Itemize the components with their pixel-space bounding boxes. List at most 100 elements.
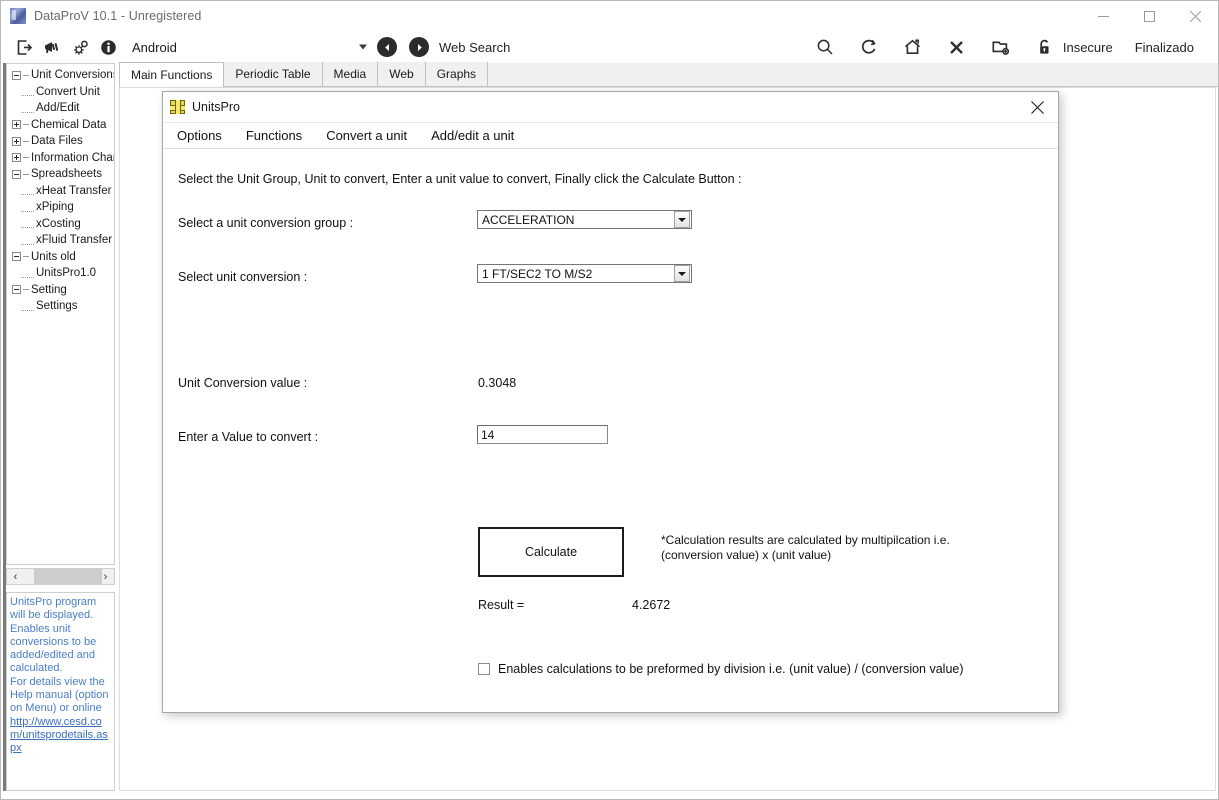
menu-item-add-edit-a-unit[interactable]: Add/edit a unit bbox=[431, 128, 514, 143]
tree-item-label: xHeat Transfer bbox=[36, 185, 111, 197]
unitspro-dialog: UnitsPro Options Functions Convert a uni… bbox=[162, 91, 1059, 713]
tree-item-label: Convert Unit bbox=[36, 86, 100, 98]
help-description-box: UnitsPro program will be displayed. Enab… bbox=[6, 592, 115, 791]
tree-item-information-charts[interactable]: Information Charts bbox=[7, 150, 114, 167]
navigation-tree: Unit Conversions Convert Unit Add/Edit C… bbox=[6, 63, 115, 565]
address-value: Android bbox=[132, 40, 177, 55]
collapse-icon[interactable] bbox=[12, 252, 21, 261]
tree-item-setting[interactable]: Setting bbox=[7, 282, 114, 299]
tree-item-xcosting[interactable]: xCosting bbox=[7, 216, 114, 233]
dialog-body: Select the Unit Group, Unit to convert, … bbox=[163, 149, 1058, 713]
menu-item-convert-a-unit[interactable]: Convert a unit bbox=[326, 128, 407, 143]
info-icon[interactable] bbox=[94, 33, 122, 61]
tree-horizontal-scrollbar[interactable]: ‹ › bbox=[6, 568, 115, 585]
unit-group-dropdown[interactable]: ACCELERATION bbox=[477, 210, 692, 229]
value-input[interactable]: 14 bbox=[477, 425, 608, 444]
menu-item-options[interactable]: Options bbox=[177, 128, 222, 143]
tree-connector bbox=[21, 302, 34, 311]
tree-item-label: Settings bbox=[36, 300, 78, 312]
web-search-label[interactable]: Web Search bbox=[439, 40, 510, 55]
tab-graphs[interactable]: Graphs bbox=[426, 62, 488, 86]
dialog-title-bar: UnitsPro bbox=[163, 92, 1058, 123]
expand-icon[interactable] bbox=[12, 120, 21, 129]
expand-icon[interactable] bbox=[12, 137, 21, 146]
tree-connector bbox=[23, 75, 29, 76]
close-icon[interactable] bbox=[1172, 1, 1218, 31]
address-dropdown[interactable]: Android bbox=[132, 34, 369, 60]
division-checkbox[interactable] bbox=[478, 663, 490, 675]
tree-item-label: Data Files bbox=[31, 135, 83, 147]
tree-item-label: Add/Edit bbox=[36, 102, 79, 114]
tree-item-label: Information Charts bbox=[31, 152, 115, 164]
tab-bar: Main Functions Periodic Table Media Web … bbox=[119, 63, 1218, 87]
tree-item-xheat-transfer[interactable]: xHeat Transfer bbox=[7, 183, 114, 200]
tree-item-add-edit[interactable]: Add/Edit bbox=[7, 100, 114, 117]
enter-value-label: Enter a Value to convert : bbox=[178, 430, 318, 444]
tree-connector bbox=[23, 157, 29, 158]
dialog-close-icon[interactable] bbox=[1016, 92, 1058, 123]
home-icon[interactable] bbox=[899, 33, 927, 61]
search-icon[interactable] bbox=[811, 33, 839, 61]
tree-item-settings[interactable]: Settings bbox=[7, 298, 114, 315]
chevron-down-icon[interactable] bbox=[674, 211, 690, 228]
tree-item-unit-conversions[interactable]: Unit Conversions bbox=[7, 67, 114, 84]
insecure-lock-icon[interactable] bbox=[1031, 33, 1059, 61]
scroll-left-icon[interactable]: ‹ bbox=[7, 569, 24, 584]
calculate-button[interactable]: Calculate bbox=[478, 527, 624, 577]
tree-item-label: Setting bbox=[31, 284, 67, 296]
tree-item-label: xFluid Transfer bbox=[36, 234, 112, 246]
insecure-label: Insecure bbox=[1063, 40, 1113, 55]
scrollbar-track[interactable] bbox=[24, 569, 97, 584]
tree-connector bbox=[23, 124, 29, 125]
gears-icon[interactable] bbox=[66, 33, 94, 61]
tree-item-label: xCosting bbox=[36, 218, 81, 230]
division-checkbox-row[interactable]: Enables calculations to be preformed by … bbox=[478, 662, 964, 676]
tab-media[interactable]: Media bbox=[323, 62, 379, 86]
unit-conversion-value-sel: 1 FT/SEC2 TO M/S2 bbox=[478, 267, 674, 281]
maximize-icon[interactable] bbox=[1126, 1, 1172, 31]
help-link[interactable]: http://www.cesd.com/unitsprodetails.aspx bbox=[10, 716, 112, 756]
tree-connector bbox=[21, 236, 34, 245]
tree-connector bbox=[21, 104, 34, 113]
tree-connector bbox=[21, 269, 34, 278]
tree-item-xfluid-transfer[interactable]: xFluid Transfer bbox=[7, 232, 114, 249]
tab-main-functions[interactable]: Main Functions bbox=[119, 62, 224, 87]
unit-group-value: ACCELERATION bbox=[478, 213, 674, 227]
window-controls bbox=[1080, 1, 1218, 31]
tab-periodic-table[interactable]: Periodic Table bbox=[224, 62, 322, 86]
stop-icon[interactable] bbox=[943, 33, 971, 61]
result-value: 4.2672 bbox=[632, 598, 670, 612]
dialog-title: UnitsPro bbox=[192, 100, 240, 114]
refresh-icon[interactable] bbox=[855, 33, 883, 61]
back-icon[interactable] bbox=[377, 37, 397, 57]
menu-item-functions[interactable]: Functions bbox=[246, 128, 302, 143]
tree-item-label: Spreadsheets bbox=[31, 168, 102, 180]
tree-item-units-old[interactable]: Units old bbox=[7, 249, 114, 266]
forward-icon[interactable] bbox=[409, 37, 429, 57]
conversion-value-label: Unit Conversion value : bbox=[178, 376, 307, 390]
minimize-icon[interactable] bbox=[1080, 1, 1126, 31]
scrollbar-thumb[interactable] bbox=[34, 569, 102, 584]
expand-icon[interactable] bbox=[12, 153, 21, 162]
tree-item-data-files[interactable]: Data Files bbox=[7, 133, 114, 150]
new-folder-icon[interactable] bbox=[987, 33, 1015, 61]
collapse-icon[interactable] bbox=[12, 285, 21, 294]
tree-connector bbox=[21, 87, 34, 96]
collapse-icon[interactable] bbox=[12, 71, 21, 80]
tab-web[interactable]: Web bbox=[378, 62, 425, 86]
unit-conversion-dropdown[interactable]: 1 FT/SEC2 TO M/S2 bbox=[477, 264, 692, 283]
tree-item-convert-unit[interactable]: Convert Unit bbox=[7, 84, 114, 101]
tree-item-spreadsheets[interactable]: Spreadsheets bbox=[7, 166, 114, 183]
ruler-icon bbox=[170, 100, 185, 114]
tree-item-xpiping[interactable]: xPiping bbox=[7, 199, 114, 216]
tree-item-unitspro10[interactable]: UnitsPro1.0 bbox=[7, 265, 114, 282]
help-text: UnitsPro program will be displayed. Enab… bbox=[10, 596, 112, 716]
exit-icon[interactable] bbox=[10, 33, 38, 61]
collapse-icon[interactable] bbox=[12, 170, 21, 179]
tree-connector bbox=[23, 174, 29, 175]
tree-connector bbox=[21, 219, 34, 228]
chevron-down-icon[interactable] bbox=[674, 265, 690, 282]
dataprov-icon bbox=[10, 8, 26, 24]
announce-icon[interactable] bbox=[38, 33, 66, 61]
tree-item-chemical-data[interactable]: Chemical Data bbox=[7, 117, 114, 134]
